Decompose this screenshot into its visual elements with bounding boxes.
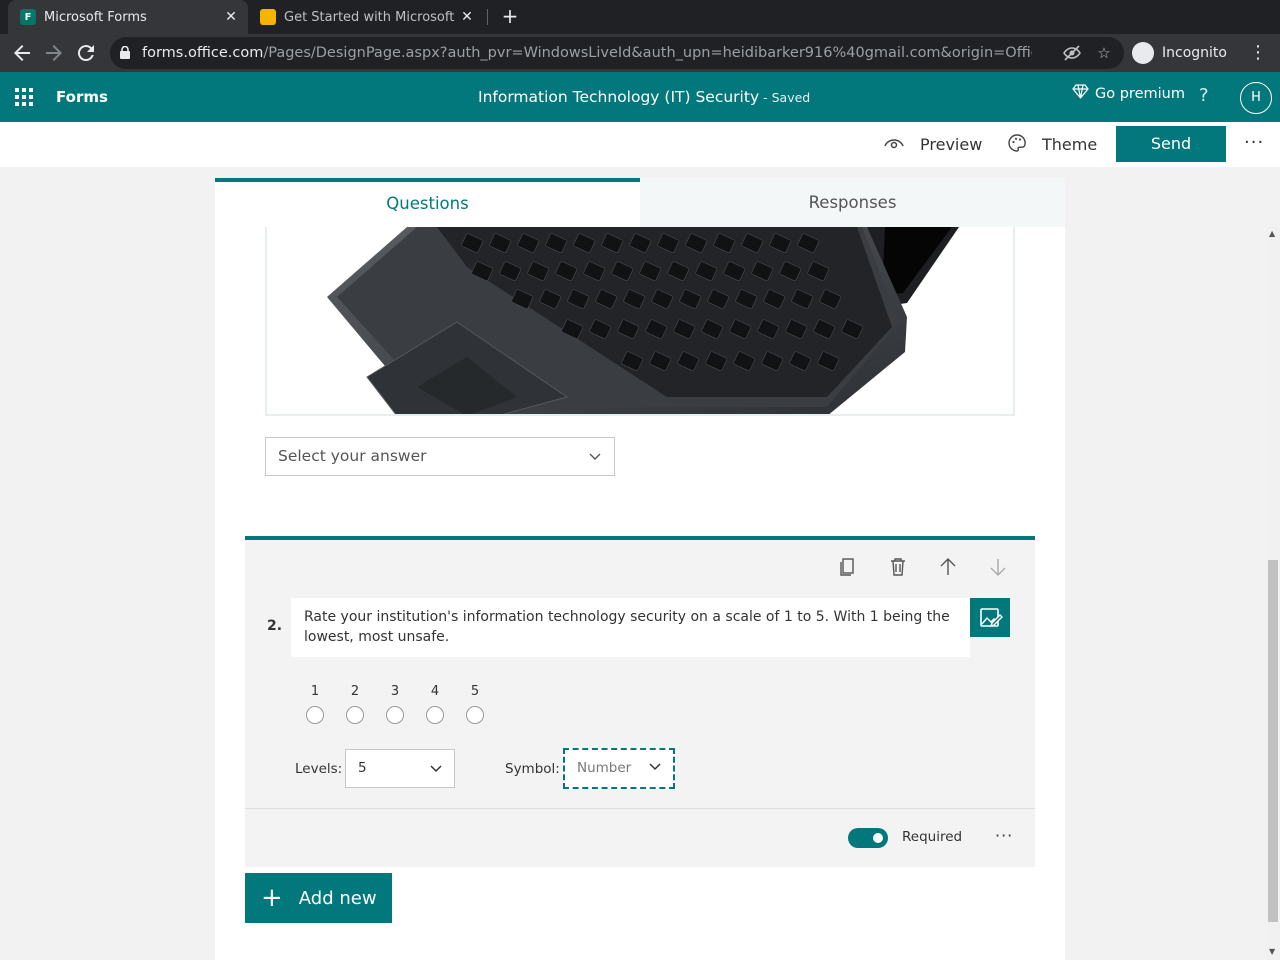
rating-radio[interactable] xyxy=(426,706,444,724)
question-more-icon[interactable]: ··· xyxy=(995,826,1013,845)
reload-icon[interactable] xyxy=(74,41,98,65)
help-icon[interactable]: ? xyxy=(1199,85,1209,106)
required-label: Required xyxy=(902,829,963,845)
forms-favicon-icon: F xyxy=(20,9,36,25)
theme-button[interactable]: Theme xyxy=(1008,122,1097,167)
question-card[interactable]: 2. Rate your institution's information t… xyxy=(245,536,1035,867)
browser-toolbar: forms.office.com/Pages/DesignPage.aspx?a… xyxy=(0,34,1280,72)
answer-dropdown-placeholder: Select your answer xyxy=(278,447,427,465)
rating-radio[interactable] xyxy=(346,706,364,724)
scroll-up-arrow-icon[interactable]: ▲ xyxy=(1269,229,1275,238)
delete-icon[interactable] xyxy=(887,556,909,578)
answer-dropdown[interactable]: Select your answer xyxy=(265,437,615,476)
rating-radio[interactable] xyxy=(466,706,484,724)
go-premium-button[interactable]: Go premium xyxy=(1072,84,1185,103)
forward-arrow-icon[interactable] xyxy=(42,41,66,65)
add-new-button[interactable]: + Add new xyxy=(245,873,392,923)
scroll-down-arrow-icon[interactable]: ▼ xyxy=(1269,947,1275,956)
chevron-down-icon xyxy=(430,765,442,773)
move-up-icon[interactable] xyxy=(937,556,959,578)
levels-dropdown[interactable]: 5 xyxy=(345,749,455,788)
diamond-icon xyxy=(1072,84,1089,103)
rating-radio[interactable] xyxy=(386,706,404,724)
tab-title: Microsoft Forms xyxy=(44,9,147,25)
avatar[interactable]: H xyxy=(1240,82,1272,114)
url-text: forms.office.com/Pages/DesignPage.aspx?a… xyxy=(142,45,1032,61)
symbol-value: Number xyxy=(577,760,632,776)
insert-media-button[interactable] xyxy=(970,598,1010,637)
more-options-icon[interactable]: ··· xyxy=(1244,132,1264,153)
rating-label: 3 xyxy=(390,684,400,699)
star-icon[interactable]: ☆ xyxy=(1094,43,1114,63)
preview-button[interactable]: Preview xyxy=(884,122,982,167)
question-number: 2. xyxy=(267,618,283,634)
browser-tab-bar: F Microsoft Forms ✕ Get Started with Mic… xyxy=(0,0,1280,34)
command-bar: Preview Theme Send ··· xyxy=(0,122,1280,167)
new-tab-icon[interactable]: + xyxy=(498,4,522,28)
incognito-label: Incognito xyxy=(1162,45,1227,61)
rating-label: 2 xyxy=(350,684,360,699)
slides-favicon-icon xyxy=(260,9,276,25)
tab-questions[interactable]: Questions xyxy=(215,178,640,227)
incognito-indicator[interactable]: Incognito xyxy=(1132,38,1227,68)
levels-label: Levels: xyxy=(295,761,343,777)
close-tab-icon[interactable]: ✕ xyxy=(220,9,242,25)
required-toggle[interactable] xyxy=(848,828,888,848)
rating-label: 5 xyxy=(470,684,480,699)
form-tabs: Questions Responses xyxy=(215,178,1065,227)
rating-label: 1 xyxy=(310,684,320,699)
browser-tab-forms[interactable]: F Microsoft Forms ✕ xyxy=(8,0,248,34)
chrome-menu-icon[interactable]: ⋮ xyxy=(1248,41,1268,65)
eye-slash-icon[interactable] xyxy=(1062,43,1082,63)
plus-icon: + xyxy=(261,883,283,913)
address-bar[interactable]: forms.office.com/Pages/DesignPage.aspx?a… xyxy=(110,37,1124,69)
go-premium-label: Go premium xyxy=(1095,85,1185,102)
question-text-input[interactable]: Rate your institution's information tech… xyxy=(291,598,970,657)
rating-label: 4 xyxy=(430,684,440,699)
question-image xyxy=(265,227,1015,416)
scroll-thumb[interactable] xyxy=(1268,560,1278,922)
page-scrollbar[interactable]: ▲ ▼ xyxy=(1266,227,1280,960)
symbol-label: Symbol: xyxy=(505,761,560,777)
form-title: Information Technology (IT) Security - Sa… xyxy=(478,88,811,106)
move-down-icon[interactable] xyxy=(987,556,1009,578)
symbol-dropdown[interactable]: Number xyxy=(563,748,675,789)
send-button[interactable]: Send xyxy=(1116,126,1226,162)
copy-icon[interactable] xyxy=(837,556,859,578)
add-new-label: Add new xyxy=(298,887,377,909)
laptop-image xyxy=(327,227,959,414)
image-edit-icon xyxy=(980,608,1003,628)
close-tab-icon[interactable]: ✕ xyxy=(456,9,478,25)
tab-responses[interactable]: Responses xyxy=(640,178,1065,227)
chevron-down-icon xyxy=(649,763,661,771)
levels-value: 5 xyxy=(358,760,367,776)
lock-icon xyxy=(120,46,130,59)
app-name[interactable]: Forms xyxy=(56,72,108,122)
chevron-down-icon xyxy=(589,453,601,460)
eye-icon xyxy=(884,135,904,154)
palette-icon xyxy=(1008,133,1026,156)
question-footer: Required ··· xyxy=(245,808,1035,867)
forms-header: Forms Information Technology (IT) Securi… xyxy=(0,72,1280,122)
back-arrow-icon[interactable] xyxy=(10,41,34,65)
save-status: - Saved xyxy=(763,90,811,105)
incognito-icon xyxy=(1132,42,1154,64)
tab-title: Get Started with Microsoft xyxy=(284,9,455,25)
app-launcher-icon[interactable] xyxy=(15,88,33,106)
tab-separator xyxy=(487,9,488,25)
rating-radio[interactable] xyxy=(306,706,324,724)
browser-tab-get-started[interactable]: Get Started with Microsoft ✕ xyxy=(252,0,484,34)
